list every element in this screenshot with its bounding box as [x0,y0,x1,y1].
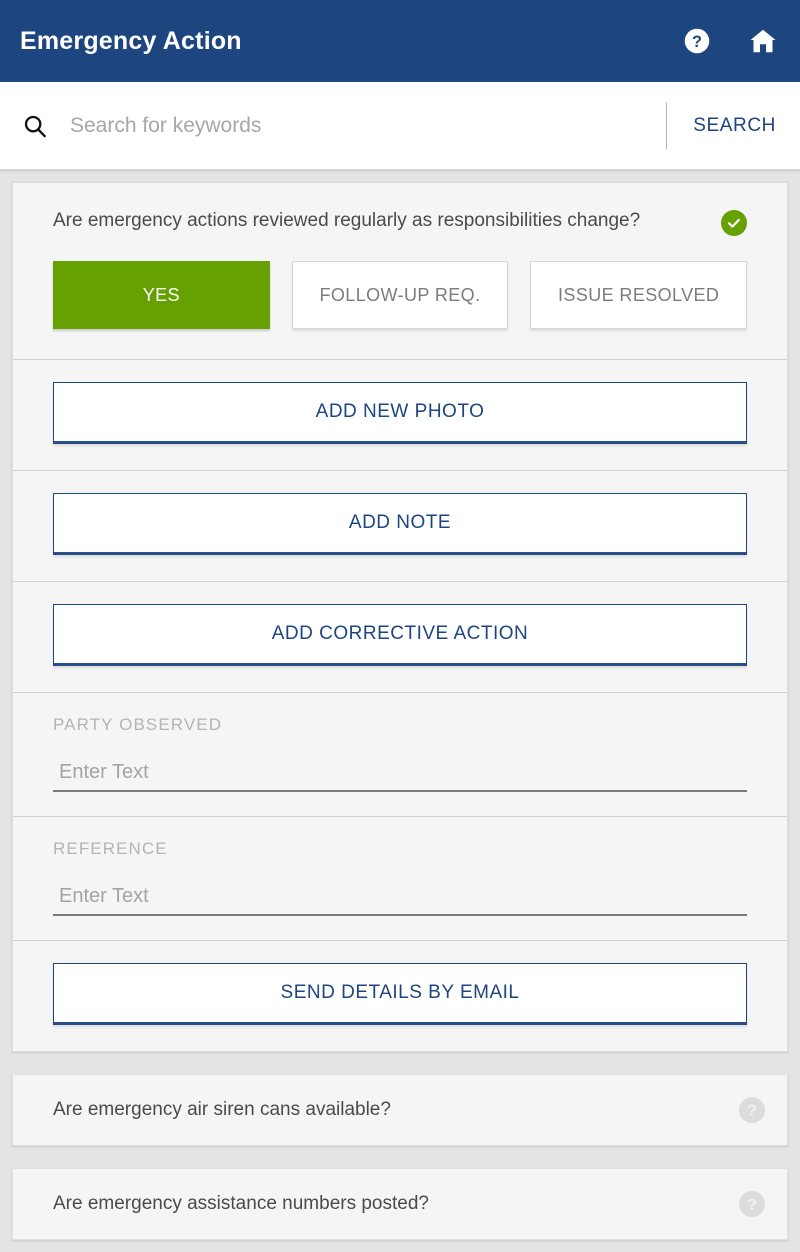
send-details-by-email-button[interactable]: SEND DETAILS BY EMAIL [53,963,747,1025]
help-circle-icon: ? [739,1191,765,1217]
help-circle-icon: ? [739,1097,765,1123]
add-note-wrap: ADD NOTE [53,471,747,581]
reference-wrap: REFERENCE [53,817,747,940]
search-input[interactable] [70,113,667,138]
search-bar: SEARCH [0,82,800,170]
answer-option-follow-up[interactable]: FOLLOW-UP REQ. [291,261,509,329]
page-title: Emergency Action [20,26,242,55]
reference-input[interactable] [53,885,747,916]
collapsed-question-row[interactable]: Are emergency assistance numbers posted?… [12,1168,788,1240]
add-photo-section: ADD NEW PHOTO [13,360,787,471]
add-corrective-action-button[interactable]: ADD CORRECTIVE ACTION [53,604,747,666]
app-bar: Emergency Action ? [0,0,800,82]
svg-text:?: ? [692,33,702,51]
party-observed-section: PARTY OBSERVED [13,693,787,817]
add-corrective-action-wrap: ADD CORRECTIVE ACTION [53,582,747,692]
add-corrective-action-section: ADD CORRECTIVE ACTION [13,582,787,693]
check-circle-icon [721,210,747,236]
question-section: Are emergency actions reviewed regularly… [13,183,787,360]
content-area: Are emergency actions reviewed regularly… [0,170,800,1252]
search-button[interactable]: SEARCH [667,115,776,137]
collapsed-question-text: Are emergency air siren cans available? [53,1099,391,1120]
party-observed-wrap: PARTY OBSERVED [53,693,747,816]
reference-label: REFERENCE [53,839,168,858]
answer-option-yes[interactable]: YES [53,261,270,329]
answer-options: YES FOLLOW-UP REQ. ISSUE RESOLVED [53,236,748,359]
send-email-wrap: SEND DETAILS BY EMAIL [53,941,747,1051]
collapsed-question-row[interactable]: Are emergency air siren cans available? … [12,1074,788,1146]
add-note-button[interactable]: ADD NOTE [53,493,747,555]
home-icon[interactable] [748,26,778,56]
question-row: Are emergency actions reviewed regularly… [53,183,747,236]
answer-option-issue-resolved[interactable]: ISSUE RESOLVED [530,261,748,329]
party-observed-input[interactable] [53,761,747,792]
add-new-photo-button[interactable]: ADD NEW PHOTO [53,382,747,444]
send-email-section: SEND DETAILS BY EMAIL [13,941,787,1051]
reference-section: REFERENCE [13,817,787,941]
search-icon[interactable] [22,113,48,139]
add-photo-wrap: ADD NEW PHOTO [53,360,747,470]
help-circle-icon[interactable]: ? [682,26,712,56]
add-note-section: ADD NOTE [13,471,787,582]
question-card: Are emergency actions reviewed regularly… [12,182,788,1052]
party-observed-label: PARTY OBSERVED [53,715,223,734]
question-text: Are emergency actions reviewed regularly… [53,210,641,231]
collapsed-question-text: Are emergency assistance numbers posted? [53,1193,429,1214]
app-bar-actions: ? [682,26,778,56]
